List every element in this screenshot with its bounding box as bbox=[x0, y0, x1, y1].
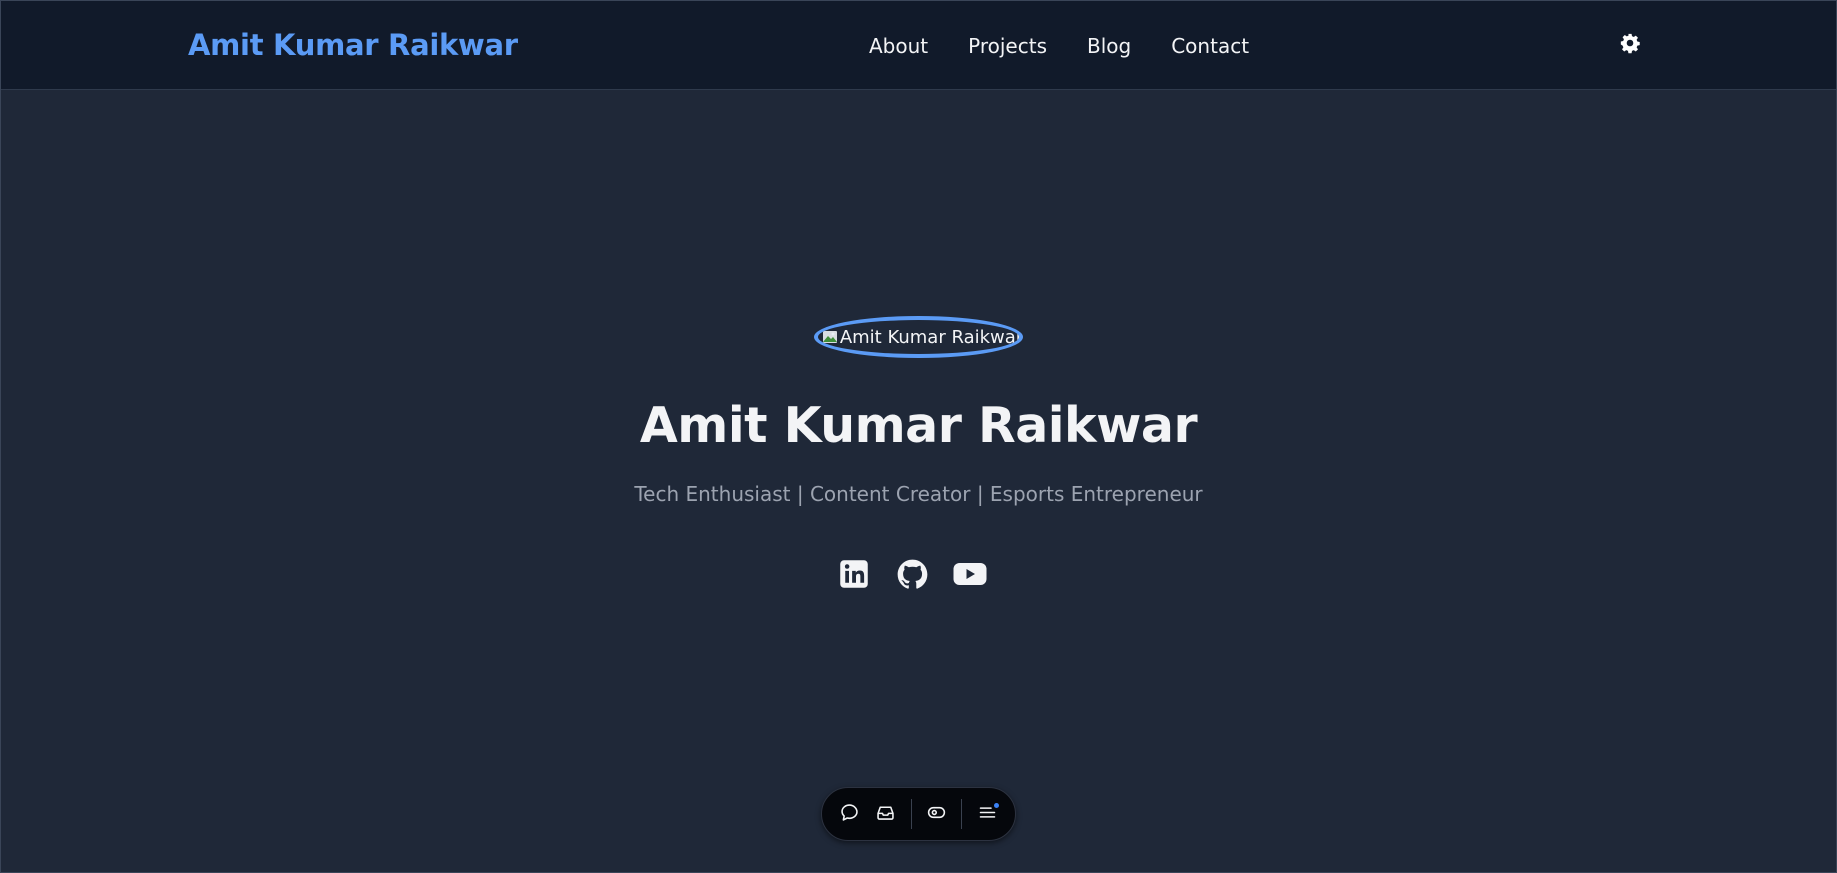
chat-button[interactable] bbox=[832, 796, 868, 832]
nav-link-contact[interactable]: Contact bbox=[1171, 34, 1249, 58]
preview-toggle-button[interactable] bbox=[919, 796, 955, 832]
hero-subtitle: Tech Enthusiast | Content Creator | Espo… bbox=[634, 482, 1203, 506]
floating-toolbar bbox=[821, 787, 1016, 841]
eye-icon bbox=[926, 802, 947, 827]
toolbar-divider bbox=[910, 799, 912, 829]
linkedin-icon bbox=[839, 559, 869, 589]
youtube-link[interactable] bbox=[953, 557, 987, 591]
chat-icon bbox=[839, 802, 860, 827]
inbox-icon bbox=[875, 802, 896, 827]
nav-link-blog[interactable]: Blog bbox=[1087, 34, 1131, 58]
nav-link-about[interactable]: About bbox=[869, 34, 928, 58]
social-links bbox=[837, 557, 987, 591]
github-icon bbox=[897, 559, 928, 590]
page: Amit Kumar Raikwar About Projects Blog C… bbox=[0, 0, 1837, 873]
avatar-alt-text: Amit Kumar Raikwar bbox=[839, 326, 1023, 348]
avatar: Amit Kumar Raikwar bbox=[814, 316, 1023, 358]
inbox-button[interactable] bbox=[868, 796, 904, 832]
brand-link[interactable]: Amit Kumar Raikwar bbox=[188, 28, 518, 62]
broken-image-icon bbox=[822, 329, 838, 345]
avatar-alt-text-container: Amit Kumar Raikwar bbox=[822, 326, 1023, 348]
notification-dot bbox=[994, 803, 999, 808]
youtube-icon bbox=[953, 561, 987, 587]
main-nav: About Projects Blog Contact bbox=[869, 34, 1249, 58]
theme-toggle-button[interactable] bbox=[1618, 33, 1642, 57]
toolbar-divider bbox=[961, 799, 963, 829]
menu-button[interactable] bbox=[969, 796, 1005, 832]
github-link[interactable] bbox=[895, 557, 929, 591]
nav-link-projects[interactable]: Projects bbox=[968, 34, 1047, 58]
gear-icon bbox=[1619, 32, 1641, 58]
navbar: Amit Kumar Raikwar About Projects Blog C… bbox=[1, 1, 1836, 90]
linkedin-link[interactable] bbox=[837, 557, 871, 591]
hero-title: Amit Kumar Raikwar bbox=[639, 397, 1198, 454]
